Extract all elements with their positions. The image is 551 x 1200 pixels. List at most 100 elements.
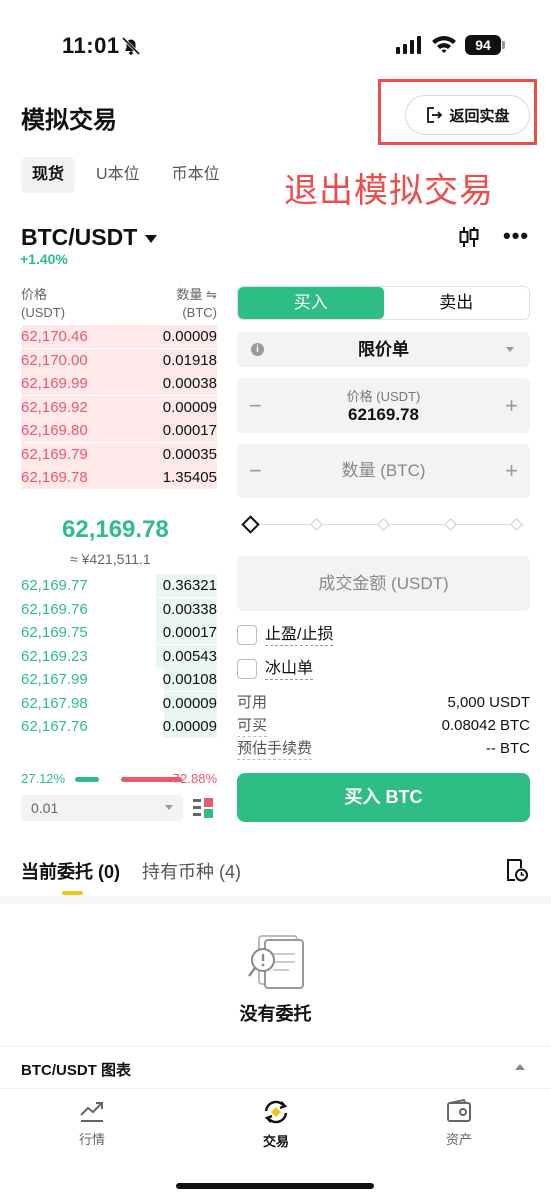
chart-toggle-bar[interactable]: BTC/USDT 图表 xyxy=(0,1046,551,1088)
orderbook-price: 62,170.00 xyxy=(21,351,88,369)
tab-open-orders[interactable]: 当前委托 (0) xyxy=(21,858,120,884)
candlestick-chart-icon[interactable] xyxy=(457,225,481,249)
orderbook-qty: 0.00017 xyxy=(162,422,217,439)
orderbook-row[interactable]: 62,169.99 0.00038 xyxy=(21,372,217,395)
wallet-icon xyxy=(447,1099,471,1122)
pair-selector[interactable]: BTC/USDT xyxy=(21,224,158,251)
orderbook-row[interactable]: 62,167.76 0.00009 xyxy=(21,715,217,738)
order-type-select[interactable]: i 限价单 xyxy=(237,332,530,367)
tab-holdings[interactable]: 持有币种 (4) xyxy=(142,858,241,884)
quantity-slider[interactable] xyxy=(241,515,524,534)
quantity-input[interactable]: − 数量 (BTC) + xyxy=(237,444,530,498)
max-buy-value: 0.08042 BTC xyxy=(441,717,530,734)
orderbook-row[interactable]: 62,169.75 0.00017 xyxy=(21,621,217,644)
orderbook-row[interactable]: 62,169.92 0.00009 xyxy=(21,395,217,419)
home-indicator[interactable] xyxy=(176,1183,374,1189)
iceberg-checkbox[interactable]: 冰山单 xyxy=(237,657,357,681)
quantity-placeholder: 数量 (BTC) xyxy=(341,461,426,480)
sell-tab[interactable]: 卖出 xyxy=(384,287,530,319)
info-icon[interactable]: i xyxy=(251,343,264,356)
orderbook-qty: 0.00038 xyxy=(162,375,217,392)
tp-sl-checkbox[interactable]: 止盈/止损 xyxy=(237,623,357,647)
slider-step-75[interactable] xyxy=(444,518,457,531)
tp-sl-label: 止盈/止损 xyxy=(265,625,334,646)
price-input[interactable]: − 价格 (USDT) 62169.78 + xyxy=(237,378,530,433)
checkbox-box[interactable] xyxy=(237,625,257,645)
orderbook-row[interactable]: 62,169.78 1.35405 xyxy=(21,466,217,489)
fee-row: 预估手续费 -- BTC xyxy=(237,740,530,760)
back-button-label: 返回实盘 xyxy=(449,107,510,125)
order-type-value: 限价单 xyxy=(358,340,409,359)
buy-tab[interactable]: 买入 xyxy=(238,287,384,319)
orderbook-row[interactable]: 62,169.79 0.00035 xyxy=(21,442,217,466)
orderbook-row[interactable]: 62,170.00 0.01918 xyxy=(21,348,217,372)
orderbook-price: 62,169.75 xyxy=(21,624,88,641)
bell-muted-icon xyxy=(121,36,141,56)
market-tabs: 现货 U本位 币本位 xyxy=(21,157,231,193)
orderbook-price: 62,169.77 xyxy=(21,577,88,594)
total-amount-input[interactable]: 成交金额 (USDT) xyxy=(237,556,530,611)
orderbook-row[interactable]: 62,169.76 0.00338 xyxy=(21,597,217,621)
orderbook-qty: 0.00009 xyxy=(162,718,217,735)
orderbook-qty: 0.00009 xyxy=(162,694,217,712)
max-buy-label[interactable]: 可买 xyxy=(237,717,268,737)
pair-symbol: BTC/USDT xyxy=(21,224,138,250)
orderbook-row[interactable]: 62,167.98 0.00009 xyxy=(21,691,217,715)
orderbook-price-label: 价格 xyxy=(21,287,48,302)
sell-percent: 72.88% xyxy=(172,771,217,786)
orderbook-price: 62,169.99 xyxy=(21,375,88,392)
orderbook-price: 62,169.23 xyxy=(21,647,88,665)
precision-select[interactable]: 0.01 xyxy=(21,795,183,821)
orderbook-qty: 0.00108 xyxy=(162,671,217,688)
available-value: 5,000 USDT xyxy=(447,694,530,711)
nav-trade[interactable]: 交易 xyxy=(236,1099,316,1150)
orderbook-qty: 1.35405 xyxy=(162,469,217,486)
nav-assets[interactable]: 资产 xyxy=(419,1099,499,1148)
quantity-increase-button[interactable]: + xyxy=(505,444,518,498)
max-buy-row: 可买 0.08042 BTC xyxy=(237,717,530,737)
orderbook-price: 62,169.76 xyxy=(21,600,88,618)
orderbook-layout-icon[interactable] xyxy=(192,797,214,819)
tab-coin-margined[interactable]: 币本位 xyxy=(161,157,231,193)
price-increase-button[interactable]: + xyxy=(505,393,518,419)
orderbook-qty-label[interactable]: 数量 ⇋ xyxy=(176,286,217,304)
orderbook-row[interactable]: 62,169.80 0.00017 xyxy=(21,419,217,442)
amount-placeholder: 成交金额 (USDT) xyxy=(318,574,449,593)
empty-orders-icon xyxy=(248,935,304,989)
tab-usdt-margined[interactable]: U本位 xyxy=(85,157,151,193)
slider-step-50[interactable] xyxy=(377,518,390,531)
section-divider xyxy=(0,896,551,904)
battery-nub xyxy=(502,41,505,49)
buy-sell-ratio: 27.12% 72.88% xyxy=(21,771,217,787)
checkbox-box[interactable] xyxy=(237,659,257,679)
slider-step-25[interactable] xyxy=(310,518,323,531)
price-input-label: 价格 (USDT) xyxy=(346,389,421,404)
nav-markets[interactable]: 行情 xyxy=(52,1099,132,1148)
mid-price[interactable]: 62,169.78 xyxy=(62,516,169,544)
back-to-live-button[interactable]: 返回实盘 xyxy=(405,95,530,135)
orderbook-row[interactable]: 62,169.23 0.00543 xyxy=(21,644,217,668)
slider-thumb[interactable] xyxy=(241,515,260,534)
order-history-icon[interactable] xyxy=(505,857,529,883)
fee-label[interactable]: 预估手续费 xyxy=(237,740,313,760)
orderbook-price: 62,167.98 xyxy=(21,694,88,712)
chevron-up-icon[interactable] xyxy=(515,1064,525,1070)
more-options-icon[interactable]: ••• xyxy=(503,225,529,247)
buy-btc-button[interactable]: 买入 BTC xyxy=(237,773,530,822)
orderbook-row[interactable]: 62,167.99 0.00108 xyxy=(21,668,217,691)
orderbook-price: 62,167.99 xyxy=(21,671,88,688)
price-input-value[interactable]: 62169.78 xyxy=(237,405,530,425)
iceberg-label: 冰山单 xyxy=(265,659,314,680)
orderbook-row[interactable]: 62,169.77 0.36321 xyxy=(21,574,217,597)
slider-step-100[interactable] xyxy=(510,518,523,531)
orderbook-price-unit: (USDT) xyxy=(21,305,66,320)
exit-icon xyxy=(427,107,443,123)
orderbook-price: 62,169.79 xyxy=(21,445,88,463)
nav-assets-label: 资产 xyxy=(445,1132,472,1147)
trade-exchange-icon xyxy=(264,1100,288,1124)
orderbook-price: 62,170.46 xyxy=(21,328,88,345)
orderbook-row[interactable]: 62,170.46 0.00009 xyxy=(21,325,217,348)
quantity-decrease-button[interactable]: − xyxy=(249,444,262,498)
orderbook-price: 62,167.76 xyxy=(21,718,88,735)
tab-spot[interactable]: 现货 xyxy=(21,157,76,193)
